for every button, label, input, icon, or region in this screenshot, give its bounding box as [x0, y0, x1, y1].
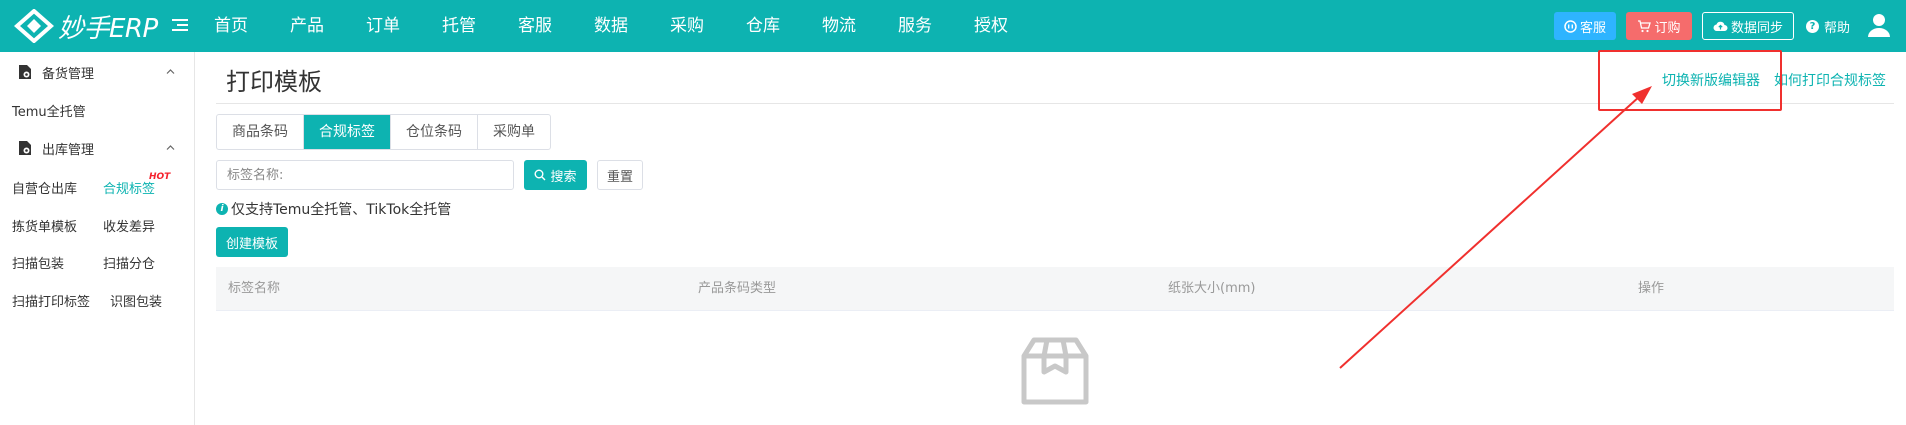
nav-item-logistics[interactable]: 物流 [822, 0, 856, 52]
support-notice-text: 仅支持Temu全托管、TikTok全托管 [231, 202, 452, 218]
template-tabs: 商品条码 合规标签 仓位条码 采购单 [216, 114, 551, 150]
document-gear-icon [19, 65, 31, 79]
sidebar-item-image-pack[interactable]: 识图包装 [110, 291, 162, 310]
title-divider [216, 103, 1894, 104]
column-header-barcode-type: 产品条码类型 [698, 281, 777, 296]
nav-item-data[interactable]: 数据 [594, 0, 628, 52]
sidebar-item-receive-diff[interactable]: 收发差异 [103, 216, 155, 235]
sidebar-item-scan-sort[interactable]: 扫描分仓 [103, 253, 155, 272]
sidebar: 备货管理 Temu全托管 出库管理 自营仓出库 合规标签 拣货单模板 收发差异 … [0, 52, 195, 425]
app-logo[interactable]: 妙手ERP [14, 8, 158, 44]
tab-compliance-label[interactable]: 合规标签 [304, 115, 391, 149]
chevron-up-icon [166, 69, 175, 74]
chat-icon [1564, 19, 1577, 33]
sidebar-item-scan-pack[interactable]: 扫描包装 [12, 253, 64, 272]
column-header-actions: 操作 [1638, 281, 1665, 296]
customer-service-label: 客服 [1579, 20, 1606, 36]
help-icon: ? [1806, 19, 1819, 33]
nav-item-hosting[interactable]: 托管 [442, 0, 476, 52]
sidebar-group-label: 备货管理 [42, 66, 95, 82]
tab-product-barcode[interactable]: 商品条码 [217, 115, 304, 149]
column-header-paper-size: 纸张大小(mm) [1168, 281, 1256, 296]
nav-item-orders[interactable]: 订单 [366, 0, 400, 52]
nav-item-authorization[interactable]: 授权 [974, 0, 1008, 52]
sidebar-item-picking-template[interactable]: 拣货单模板 [12, 216, 77, 235]
search-icon [534, 169, 546, 181]
nav-item-purchasing[interactable]: 采购 [670, 0, 704, 52]
subscribe-button[interactable]: 订购 [1626, 12, 1692, 40]
nav-item-services[interactable]: 服务 [898, 0, 932, 52]
column-header-label-name: 标签名称 [228, 281, 281, 296]
nav-item-warehouse[interactable]: 仓库 [746, 0, 780, 52]
table-header: 标签名称 产品条码类型 纸张大小(mm) 操作 [216, 267, 1894, 311]
tab-purchase-order[interactable]: 采购单 [478, 115, 550, 149]
label-name-search-input[interactable] [216, 160, 514, 190]
user-avatar-icon[interactable] [1866, 12, 1892, 38]
data-sync-label: 数据同步 [1730, 20, 1783, 36]
sidebar-group-stock-management[interactable]: 备货管理 [0, 54, 195, 90]
create-template-button[interactable]: 创建模板 [216, 227, 288, 257]
top-navbar: 妙手ERP 首页 产品 订单 托管 客服 数据 采购 仓库 物流 服务 授权 客… [0, 0, 1906, 52]
subscribe-label: 订购 [1654, 20, 1681, 36]
help-link[interactable]: ? 帮助 [1806, 0, 1850, 52]
sidebar-item-compliance-label[interactable]: 合规标签 [103, 178, 155, 197]
search-button-label: 搜索 [550, 169, 577, 185]
reset-button[interactable]: 重置 [597, 160, 643, 190]
sidebar-group-label: 出库管理 [42, 142, 95, 158]
tab-location-barcode[interactable]: 仓位条码 [391, 115, 478, 149]
logo-icon [14, 9, 54, 43]
switch-new-editor-link[interactable]: 切换新版编辑器 [1662, 70, 1760, 90]
help-label: 帮助 [1824, 20, 1851, 36]
nav-item-customer-service[interactable]: 客服 [518, 0, 552, 52]
sidebar-item-temu-full-hosting[interactable]: Temu全托管 [12, 101, 86, 120]
cloud-sync-icon [1713, 20, 1728, 32]
sidebar-item-self-warehouse-outbound[interactable]: 自营仓出库 [12, 178, 77, 197]
customer-service-button[interactable]: 客服 [1554, 12, 1616, 40]
page-title: 打印模板 [226, 68, 322, 96]
how-to-print-compliance-label-link[interactable]: 如何打印合规标签 [1774, 70, 1886, 90]
main-nav: 首页 产品 订单 托管 客服 数据 采购 仓库 物流 服务 授权 [214, 0, 1050, 52]
sidebar-group-outbound-management[interactable]: 出库管理 [0, 130, 195, 166]
menu-toggle-icon[interactable] [172, 16, 190, 34]
chevron-up-icon [166, 145, 175, 150]
nav-item-home[interactable]: 首页 [214, 0, 248, 52]
info-icon: i [216, 203, 228, 215]
empty-box-icon [1021, 337, 1089, 405]
support-notice: i 仅支持Temu全托管、TikTok全托管 [216, 200, 451, 218]
document-gear-icon [19, 141, 31, 155]
search-button[interactable]: 搜索 [524, 160, 587, 190]
data-sync-button[interactable]: 数据同步 [1702, 12, 1794, 40]
cart-icon [1637, 19, 1652, 33]
hot-badge: HOT [149, 172, 171, 182]
logo-text: 妙手ERP [58, 13, 158, 44]
sidebar-item-scan-print-label[interactable]: 扫描打印标签 [12, 291, 90, 310]
nav-item-products[interactable]: 产品 [290, 0, 324, 52]
